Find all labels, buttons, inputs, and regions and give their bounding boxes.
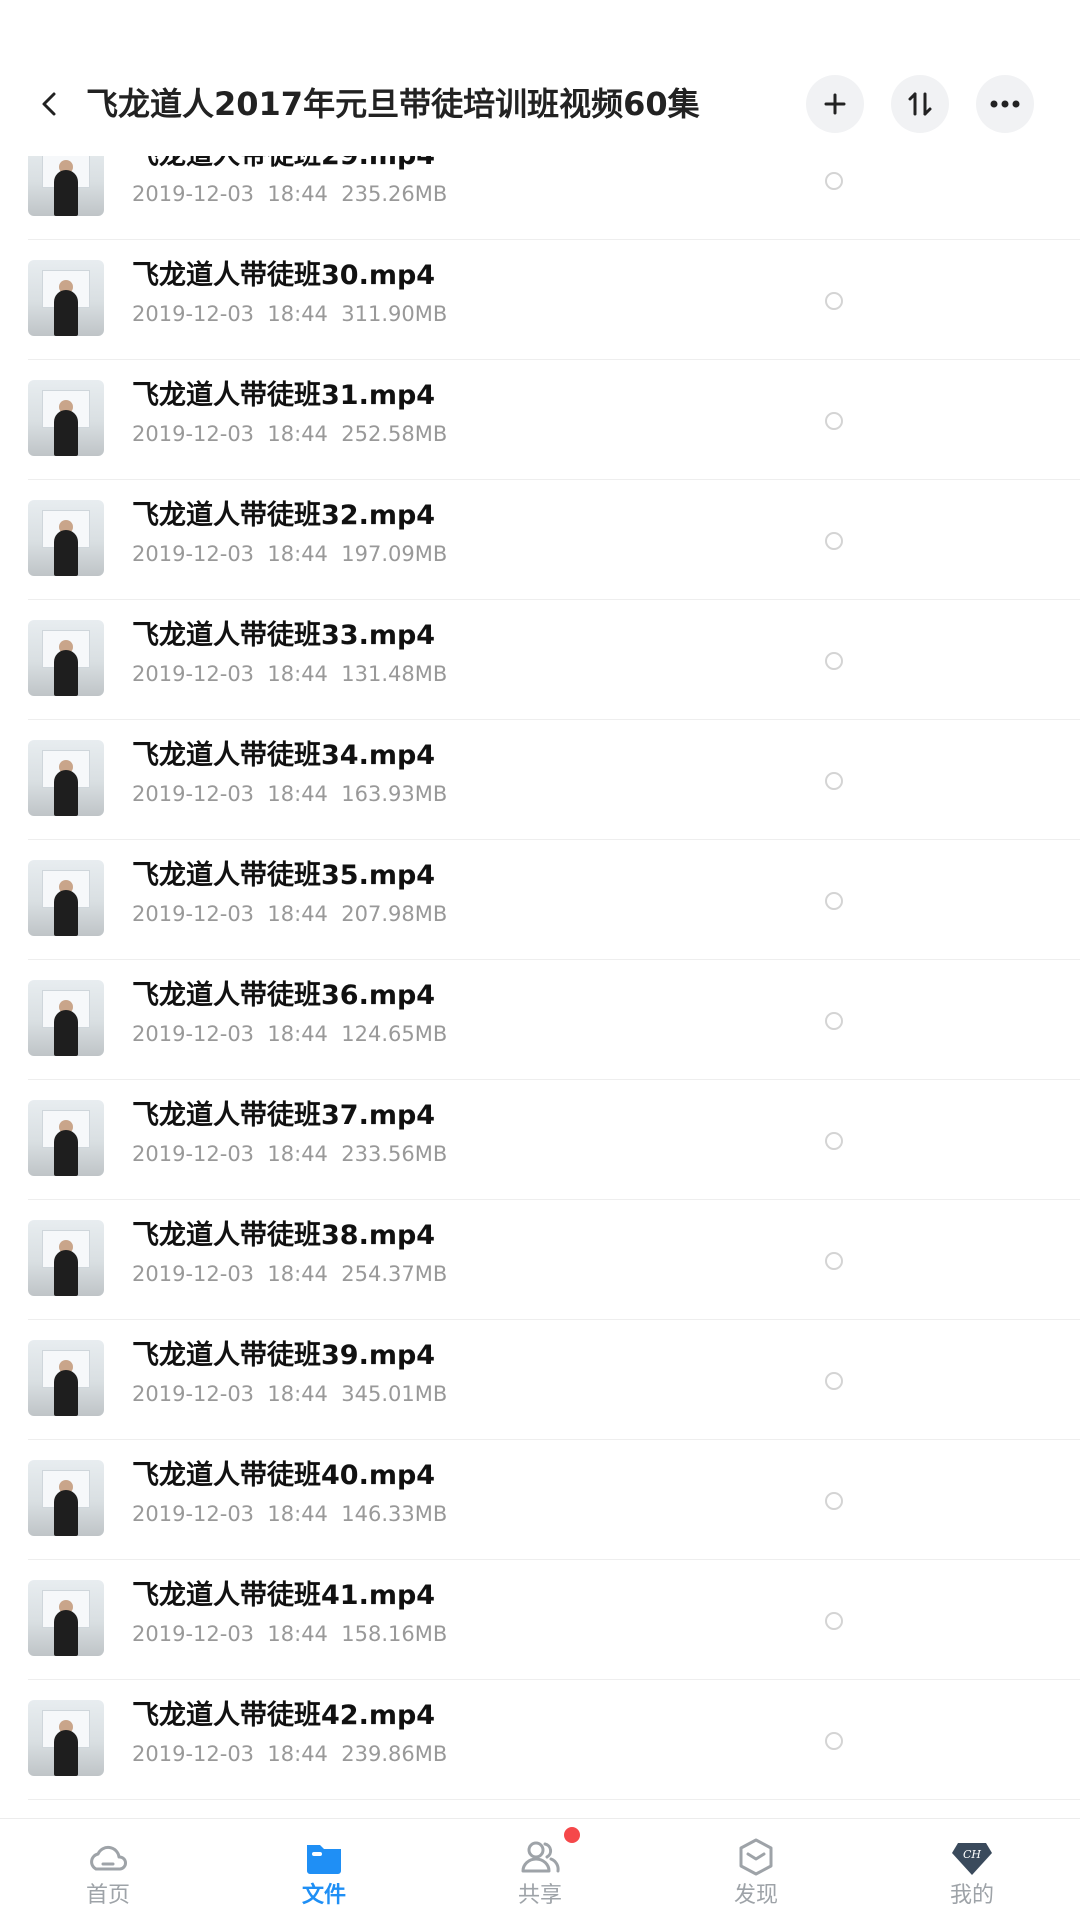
file-row[interactable]: 飞龙道人带徒班40.mp4 2019-12-03 18:44 146.33MB bbox=[28, 1440, 1080, 1560]
tab-home[interactable]: 首页 bbox=[0, 1819, 216, 1921]
file-name: 飞龙道人带徒班33.mp4 bbox=[132, 620, 436, 651]
file-meta: 2019-12-03 18:44 235.26MB bbox=[132, 182, 448, 206]
file-meta: 2019-12-03 18:44 124.65MB bbox=[132, 1022, 448, 1046]
tab-label: 首页 bbox=[85, 1883, 130, 1908]
file-row[interactable]: 飞龙道人带徒班30.mp4 2019-12-03 18:44 311.90MB bbox=[28, 240, 1080, 360]
file-meta: 2019-12-03 18:44 239.86MB bbox=[132, 1742, 448, 1766]
file-row[interactable]: 飞龙道人带徒班35.mp4 2019-12-03 18:44 207.98MB bbox=[28, 840, 1080, 960]
share-people-icon bbox=[521, 1841, 560, 1873]
file-row[interactable]: 飞龙道人带徒班41.mp4 2019-12-03 18:44 158.16MB bbox=[28, 1560, 1080, 1680]
file-meta: 2019-12-03 18:44 146.33MB bbox=[132, 1502, 448, 1526]
file-name: 飞龙道人带徒班34.mp4 bbox=[132, 740, 436, 771]
file-meta: 2019-12-03 18:44 311.90MB bbox=[132, 302, 448, 326]
file-row[interactable]: 飞龙道人带徒班34.mp4 2019-12-03 18:44 163.93MB bbox=[28, 720, 1080, 840]
file-meta: 2019-12-03 18:44 233.56MB bbox=[132, 1142, 448, 1166]
file-name: 飞龙道人带徒班39.mp4 bbox=[132, 1340, 436, 1371]
file-name: 飞龙道人带徒班36.mp4 bbox=[132, 980, 436, 1011]
video-thumbnail bbox=[28, 380, 104, 456]
file-row[interactable]: 飞龙道人带徒班33.mp4 2019-12-03 18:44 131.48MB bbox=[28, 600, 1080, 720]
video-thumbnail bbox=[28, 740, 104, 816]
select-checkbox[interactable] bbox=[825, 772, 843, 790]
select-checkbox[interactable] bbox=[825, 172, 843, 190]
tab-label: 我的 bbox=[949, 1883, 994, 1908]
file-name: 飞龙道人带徒班30.mp4 bbox=[132, 260, 436, 291]
select-checkbox[interactable] bbox=[825, 532, 843, 550]
file-name: 飞龙道人带徒班41.mp4 bbox=[132, 1580, 436, 1611]
video-thumbnail bbox=[28, 620, 104, 696]
page-title: 飞龙道人2017年元旦带徒培训班视频60集 bbox=[86, 85, 700, 123]
folder-icon bbox=[307, 1845, 341, 1874]
back-button[interactable] bbox=[26, 80, 74, 128]
video-thumbnail bbox=[28, 500, 104, 576]
select-checkbox[interactable] bbox=[825, 1612, 843, 1630]
video-thumbnail bbox=[28, 150, 104, 216]
file-meta: 2019-12-03 18:44 254.37MB bbox=[132, 1262, 448, 1286]
file-row[interactable]: 飞龙道人带徒班32.mp4 2019-12-03 18:44 197.09MB bbox=[28, 480, 1080, 600]
file-name: 飞龙道人带徒班37.mp4 bbox=[132, 1100, 436, 1131]
tab-label: 文件 bbox=[301, 1883, 346, 1908]
select-checkbox[interactable] bbox=[825, 1372, 843, 1390]
file-meta: 2019-12-03 18:44 207.98MB bbox=[132, 902, 448, 926]
back-arrow-icon bbox=[42, 92, 56, 116]
plus-icon bbox=[824, 93, 846, 115]
file-meta: 2019-12-03 18:44 158.16MB bbox=[132, 1622, 448, 1646]
file-meta: 2019-12-03 18:44 345.01MB bbox=[132, 1382, 448, 1406]
tab-profile[interactable]: CH 我的 bbox=[864, 1819, 1080, 1921]
video-thumbnail bbox=[28, 1700, 104, 1776]
more-button[interactable] bbox=[976, 75, 1034, 133]
select-checkbox[interactable] bbox=[825, 1252, 843, 1270]
file-meta: 2019-12-03 18:44 163.93MB bbox=[132, 782, 448, 806]
select-checkbox[interactable] bbox=[825, 1732, 843, 1750]
select-checkbox[interactable] bbox=[825, 892, 843, 910]
file-meta: 2019-12-03 18:44 197.09MB bbox=[132, 542, 448, 566]
video-thumbnail bbox=[28, 1460, 104, 1536]
file-row[interactable]: 飞龙道人带徒班36.mp4 2019-12-03 18:44 124.65MB bbox=[28, 960, 1080, 1080]
tab-label: 发现 bbox=[733, 1883, 778, 1908]
select-checkbox[interactable] bbox=[825, 652, 843, 670]
file-row[interactable]: 飞龙道人带徒班42.mp4 2019-12-03 18:44 239.86MB bbox=[28, 1680, 1080, 1800]
notification-dot bbox=[564, 1827, 580, 1843]
cloud-home-icon bbox=[90, 1845, 127, 1871]
tab-files[interactable]: 文件 bbox=[216, 1819, 432, 1921]
video-thumbnail bbox=[28, 260, 104, 336]
video-thumbnail bbox=[28, 1340, 104, 1416]
file-row[interactable]: 飞龙道人带徒班29.mp4 2019-12-03 18:44 235.26MB bbox=[28, 150, 1080, 240]
file-name: 飞龙道人带徒班32.mp4 bbox=[132, 500, 436, 531]
video-thumbnail bbox=[28, 860, 104, 936]
add-button[interactable] bbox=[806, 75, 864, 133]
bottom-tab-bar: 首页 文件 共享 发现 CH 我的 bbox=[0, 1818, 1080, 1920]
top-bar: 飞龙道人2017年元旦带徒培训班视频60集 bbox=[0, 52, 1080, 156]
video-thumbnail bbox=[28, 1580, 104, 1656]
status-bar bbox=[0, 0, 1080, 52]
file-name: 飞龙道人带徒班35.mp4 bbox=[132, 860, 436, 891]
select-checkbox[interactable] bbox=[825, 1492, 843, 1510]
video-thumbnail bbox=[28, 1100, 104, 1176]
select-checkbox[interactable] bbox=[825, 1012, 843, 1030]
sort-button[interactable] bbox=[891, 75, 949, 133]
video-thumbnail bbox=[28, 980, 104, 1056]
more-dots-icon bbox=[990, 100, 1020, 108]
video-thumbnail bbox=[28, 1220, 104, 1296]
file-name: 飞龙道人带徒班40.mp4 bbox=[132, 1460, 436, 1491]
tab-share[interactable]: 共享 bbox=[432, 1819, 648, 1921]
file-name: 飞龙道人带徒班42.mp4 bbox=[132, 1700, 436, 1731]
select-checkbox[interactable] bbox=[825, 1132, 843, 1150]
tab-discover[interactable]: 发现 bbox=[648, 1819, 864, 1921]
file-row[interactable]: 飞龙道人带徒班31.mp4 2019-12-03 18:44 252.58MB bbox=[28, 360, 1080, 480]
file-meta: 2019-12-03 18:44 252.58MB bbox=[132, 422, 448, 446]
file-name: 飞龙道人带徒班31.mp4 bbox=[132, 380, 436, 411]
file-name: 飞龙道人带徒班38.mp4 bbox=[132, 1220, 436, 1251]
file-list[interactable]: 飞龙道人带徒班29.mp4 2019-12-03 18:44 235.26MB … bbox=[0, 150, 1080, 1818]
file-row[interactable]: 飞龙道人带徒班37.mp4 2019-12-03 18:44 233.56MB bbox=[28, 1080, 1080, 1200]
select-checkbox[interactable] bbox=[825, 412, 843, 430]
profile-diamond-icon: CH bbox=[952, 1843, 992, 1875]
file-row[interactable]: 飞龙道人带徒班39.mp4 2019-12-03 18:44 345.01MB bbox=[28, 1320, 1080, 1440]
file-meta: 2019-12-03 18:44 131.48MB bbox=[132, 662, 448, 686]
avatar-text: CH bbox=[963, 1848, 981, 1861]
discover-cube-icon bbox=[739, 1838, 773, 1876]
file-row[interactable]: 飞龙道人带徒班38.mp4 2019-12-03 18:44 254.37MB bbox=[28, 1200, 1080, 1320]
tab-label: 共享 bbox=[517, 1883, 562, 1908]
select-checkbox[interactable] bbox=[825, 292, 843, 310]
sort-icon bbox=[908, 92, 932, 116]
